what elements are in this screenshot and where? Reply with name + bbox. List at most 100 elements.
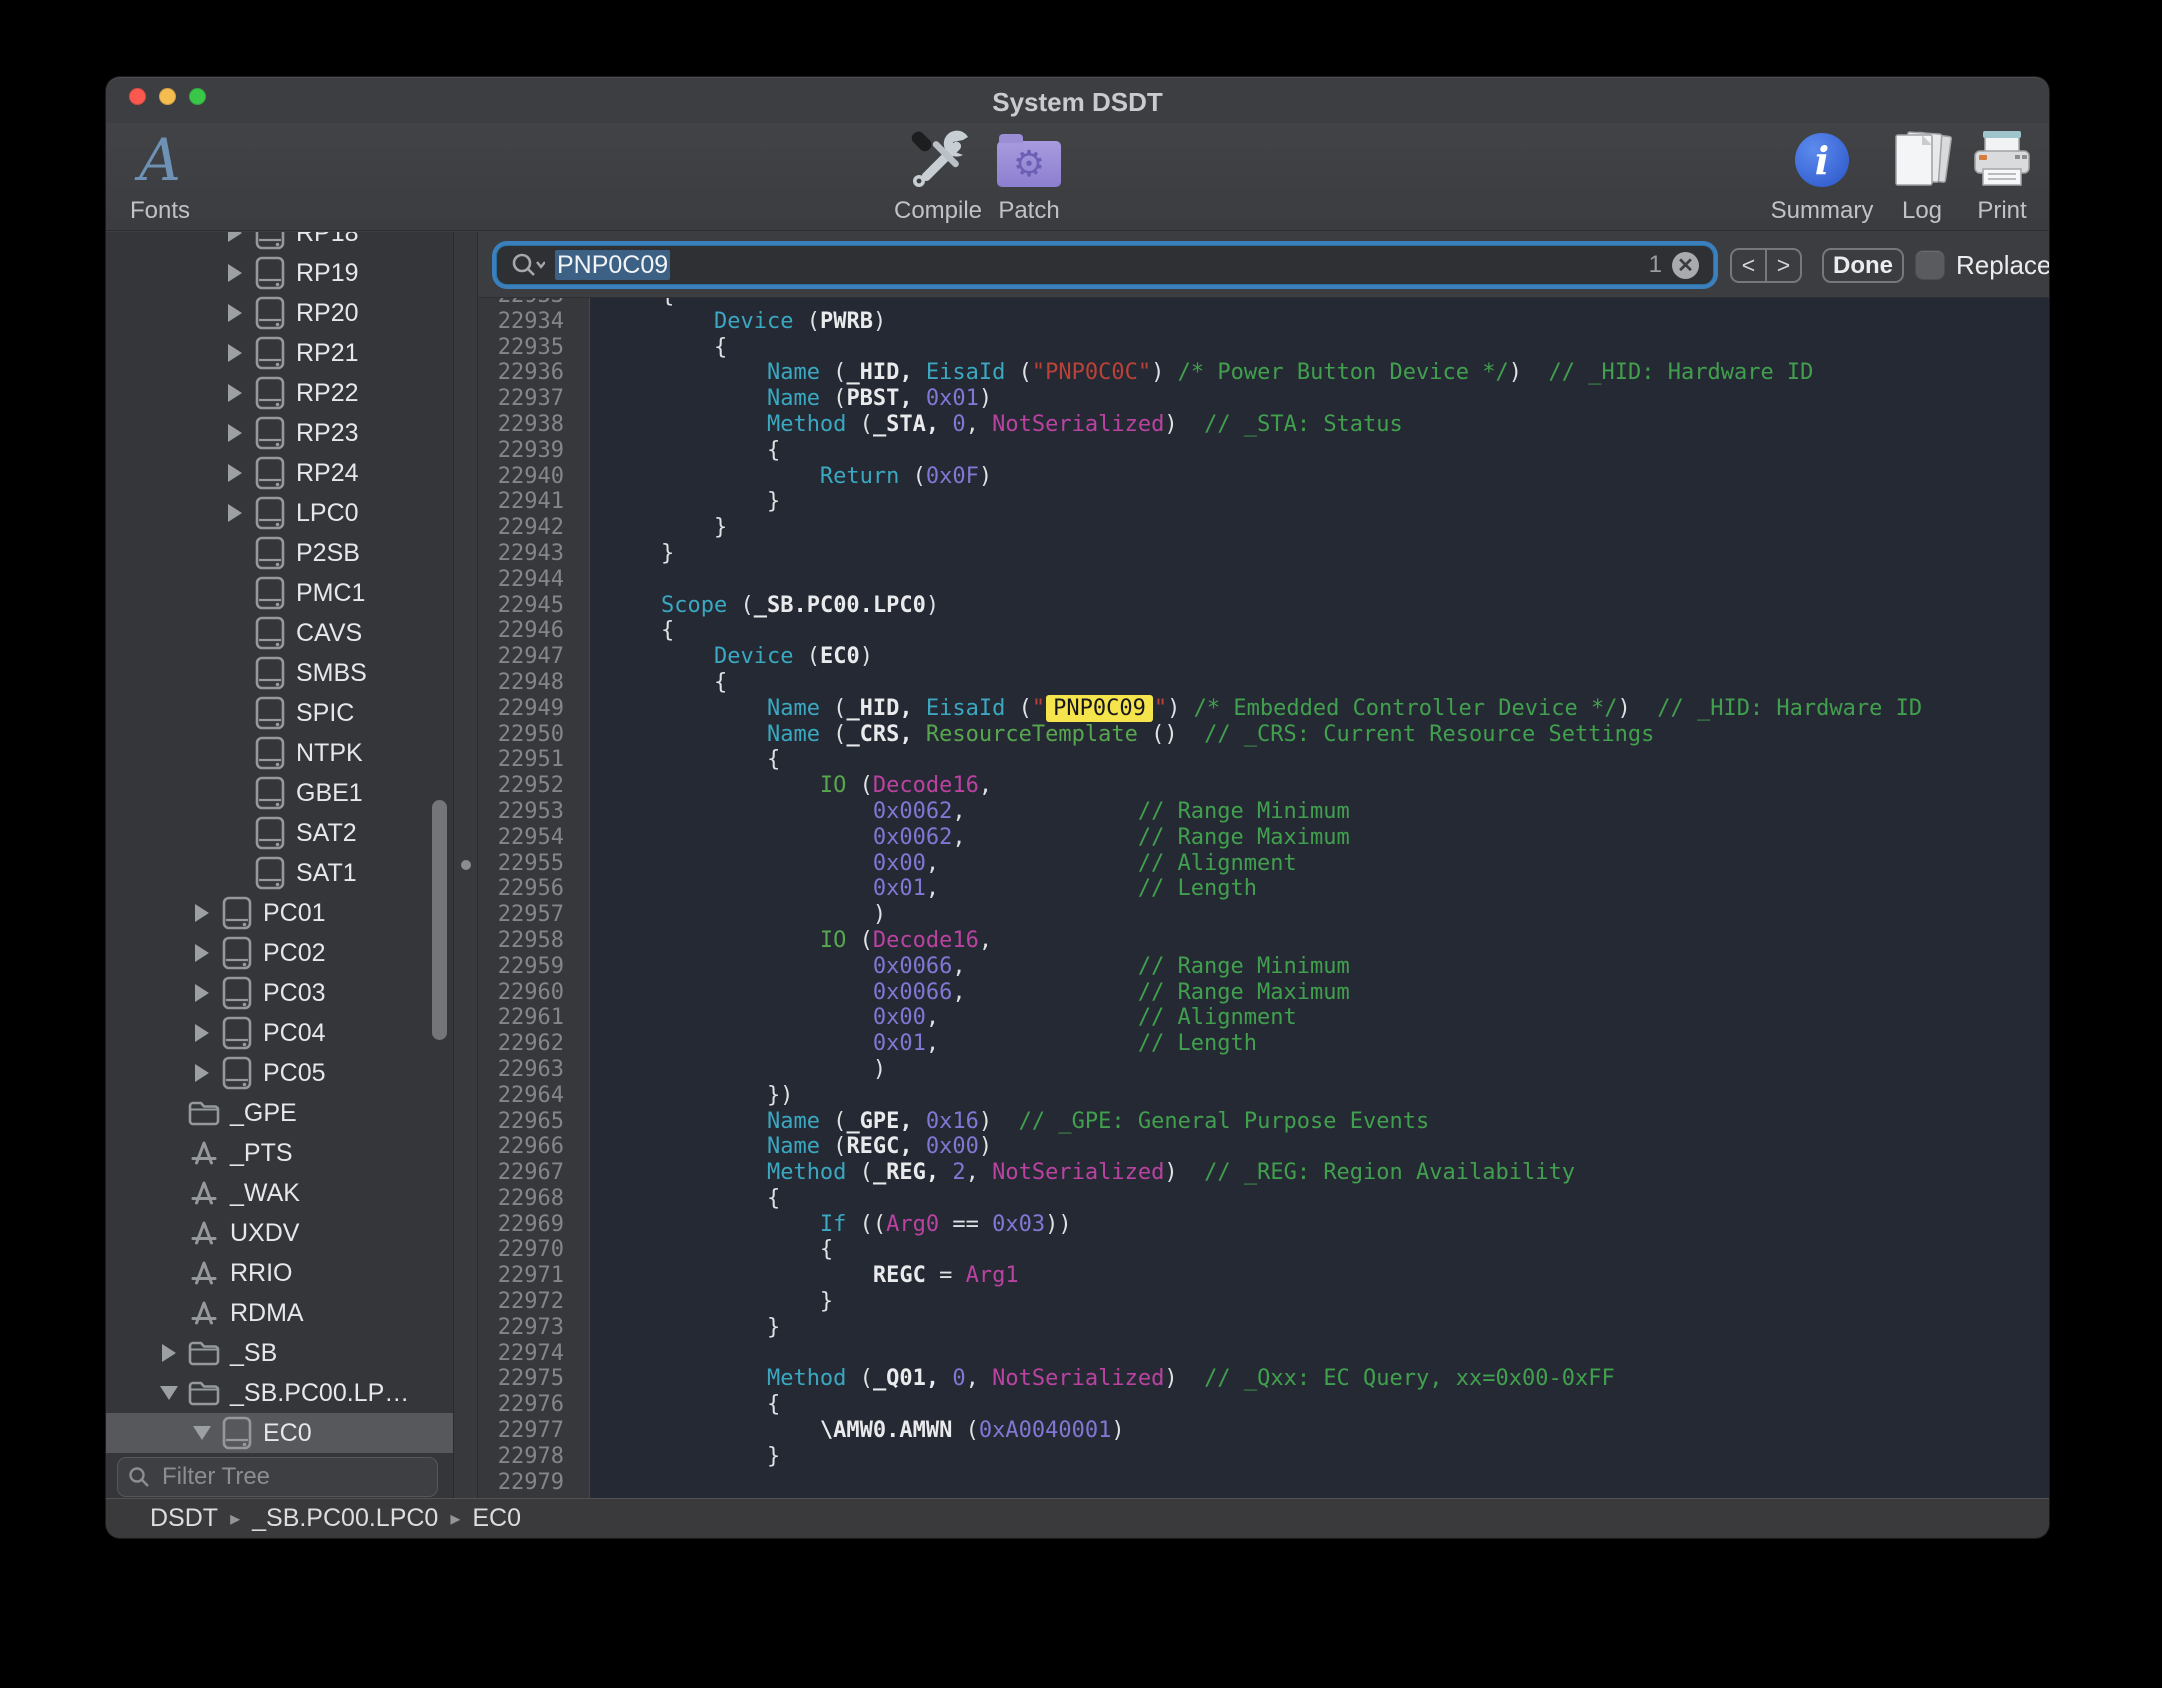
code-line[interactable]: 22969 If ((Arg0 == 0x03)): [478, 1212, 2049, 1238]
code-line[interactable]: 22974: [478, 1341, 2049, 1367]
patch-button[interactable]: ⚙ Patch: [959, 125, 1099, 225]
code-line[interactable]: 22954 0x0062, // Range Maximum: [478, 825, 2049, 851]
sidebar-item-p2sb[interactable]: P2SB: [106, 533, 453, 573]
code-line[interactable]: 22937 Name (PBST, 0x01): [478, 386, 2049, 412]
code-line[interactable]: 22942 }: [478, 515, 2049, 541]
sidebar-item-pc03[interactable]: PC03: [106, 973, 453, 1013]
sidebar-item-ntpk[interactable]: NTPK: [106, 733, 453, 773]
sidebar-item-sb-pc00-lp[interactable]: _SB.PC00.LP…: [106, 1373, 453, 1413]
chevron-collapsed-icon[interactable]: [222, 504, 248, 522]
chevron-collapsed-icon[interactable]: [222, 424, 248, 442]
sidebar-item-pc05[interactable]: PC05: [106, 1053, 453, 1093]
code-line[interactable]: 22947 Device (EC0): [478, 644, 2049, 670]
minimize-button[interactable]: [159, 88, 176, 105]
sidebar-item-gbe1[interactable]: GBE1: [106, 773, 453, 813]
breadcrumb-item-dsdt[interactable]: DSDT: [150, 1504, 218, 1533]
sidebar-item-rp24[interactable]: RP24: [106, 453, 453, 493]
code-line[interactable]: 22959 0x0066, // Range Minimum: [478, 954, 2049, 980]
sidebar-item-sb[interactable]: _SB: [106, 1333, 453, 1373]
sidebar-item-sat2[interactable]: SAT2: [106, 813, 453, 853]
code-line[interactable]: 22957 ): [478, 902, 2049, 928]
chevron-collapsed-icon[interactable]: [189, 984, 215, 1002]
filter-tree-field[interactable]: [118, 1458, 437, 1496]
code-line[interactable]: 22952 IO (Decode16,: [478, 773, 2049, 799]
find-next-button[interactable]: >: [1765, 250, 1800, 281]
sidebar-item-pmc1[interactable]: PMC1: [106, 573, 453, 613]
code-line[interactable]: 22970 {: [478, 1237, 2049, 1263]
code-line[interactable]: 22933 {: [478, 298, 2049, 309]
chevron-collapsed-icon[interactable]: [222, 344, 248, 362]
code-line[interactable]: 22962 0x01, // Length: [478, 1031, 2049, 1057]
sidebar-item-rp23[interactable]: RP23: [106, 413, 453, 453]
code-line[interactable]: 22935 {: [478, 335, 2049, 361]
sidebar-item-rp22[interactable]: RP22: [106, 373, 453, 413]
chevron-collapsed-icon[interactable]: [222, 464, 248, 482]
sidebar-item-rp21[interactable]: RP21: [106, 333, 453, 373]
code-line[interactable]: 22940 Return (0x0F): [478, 464, 2049, 490]
sidebar-item-rdma[interactable]: RDMA: [106, 1293, 453, 1333]
sidebar-item-ec0[interactable]: EC0: [106, 1413, 453, 1453]
chevron-collapsed-icon[interactable]: [189, 904, 215, 922]
search-magnifier-menu-icon[interactable]: [511, 252, 545, 278]
code-line[interactable]: 22953 0x0062, // Range Minimum: [478, 799, 2049, 825]
titlebar[interactable]: System DSDT: [106, 77, 2049, 123]
chevron-collapsed-icon[interactable]: [189, 944, 215, 962]
code-line[interactable]: 22956 0x01, // Length: [478, 876, 2049, 902]
code-line[interactable]: 22939 {: [478, 438, 2049, 464]
code-line[interactable]: 22967 Method (_REG, 2, NotSerialized) //…: [478, 1160, 2049, 1186]
code-line[interactable]: 22938 Method (_STA, 0, NotSerialized) //…: [478, 412, 2049, 438]
print-button[interactable]: Print: [1932, 125, 2049, 225]
sidebar-item-spic[interactable]: SPIC: [106, 693, 453, 733]
code-line[interactable]: 22965 Name (_GPE, 0x16) // _GPE: General…: [478, 1109, 2049, 1135]
sidebar-item-rp20[interactable]: RP20: [106, 293, 453, 333]
code-line[interactable]: 22944: [478, 567, 2049, 593]
sidebar-item-cavs[interactable]: CAVS: [106, 613, 453, 653]
splitter-handle-dot[interactable]: [461, 860, 471, 870]
sidebar-item-lpc0[interactable]: LPC0: [106, 493, 453, 533]
code-line[interactable]: 22972 }: [478, 1289, 2049, 1315]
done-button[interactable]: Done: [1822, 248, 1904, 283]
sidebar-item-rp19[interactable]: RP19: [106, 253, 453, 293]
code-editor[interactable]: 22933 {22934 Device (PWRB)22935 {22936 N…: [478, 298, 2049, 1498]
code-line[interactable]: 22977 \AMW0.AMWN (0xA0040001): [478, 1418, 2049, 1444]
code-line[interactable]: 22945 Scope (_SB.PC00.LPC0): [478, 593, 2049, 619]
code-line[interactable]: 22948 {: [478, 670, 2049, 696]
code-line[interactable]: 22946 {: [478, 618, 2049, 644]
search-input[interactable]: PNP0C09 1 ✕: [497, 246, 1713, 284]
code-line[interactable]: 22978 }: [478, 1444, 2049, 1470]
code-line[interactable]: 22966 Name (REGC, 0x00): [478, 1134, 2049, 1160]
code-line[interactable]: 22979: [478, 1470, 2049, 1496]
chevron-collapsed-icon[interactable]: [189, 1024, 215, 1042]
code-line[interactable]: 22941 }: [478, 489, 2049, 515]
code-line[interactable]: 22943 }: [478, 541, 2049, 567]
close-button[interactable]: [129, 88, 146, 105]
sidebar-item-gpe[interactable]: _GPE: [106, 1093, 453, 1133]
code-line[interactable]: 22961 0x00, // Alignment: [478, 1005, 2049, 1031]
fonts-button[interactable]: A Fonts: [106, 125, 230, 225]
code-line[interactable]: 22950 Name (_CRS, ResourceTemplate () //…: [478, 722, 2049, 748]
code-line[interactable]: 22973 }: [478, 1315, 2049, 1341]
code-line[interactable]: 22963 ): [478, 1057, 2049, 1083]
sidebar-item-pts[interactable]: _PTS: [106, 1133, 453, 1173]
code-line[interactable]: 22976 {: [478, 1392, 2049, 1418]
replace-checkbox[interactable]: [1916, 251, 1944, 279]
chevron-collapsed-icon[interactable]: [156, 1344, 182, 1362]
chevron-collapsed-icon[interactable]: [222, 304, 248, 322]
sidebar-scrollbar-thumb[interactable]: [432, 800, 447, 1040]
breadcrumb-item-sb-pc00-lpc0[interactable]: _SB.PC00.LPC0: [252, 1504, 438, 1533]
filter-tree-input[interactable]: [160, 1462, 427, 1492]
code-line[interactable]: 22934 Device (PWRB): [478, 309, 2049, 335]
code-line[interactable]: 22951 {: [478, 747, 2049, 773]
sidebar-item-pc02[interactable]: PC02: [106, 933, 453, 973]
find-previous-button[interactable]: <: [1732, 250, 1765, 281]
sidebar-item-wak[interactable]: _WAK: [106, 1173, 453, 1213]
pane-splitter[interactable]: [454, 232, 478, 1498]
sidebar-item-pc01[interactable]: PC01: [106, 893, 453, 933]
code-line[interactable]: 22975 Method (_Q01, 0, NotSerialized) //…: [478, 1366, 2049, 1392]
sidebar-item-pc04[interactable]: PC04: [106, 1013, 453, 1053]
sidebar-item-smbs[interactable]: SMBS: [106, 653, 453, 693]
code-line[interactable]: 22964 }): [478, 1083, 2049, 1109]
chevron-expanded-icon[interactable]: [156, 1386, 182, 1400]
chevron-collapsed-icon[interactable]: [222, 264, 248, 282]
chevron-collapsed-icon[interactable]: [222, 232, 248, 242]
